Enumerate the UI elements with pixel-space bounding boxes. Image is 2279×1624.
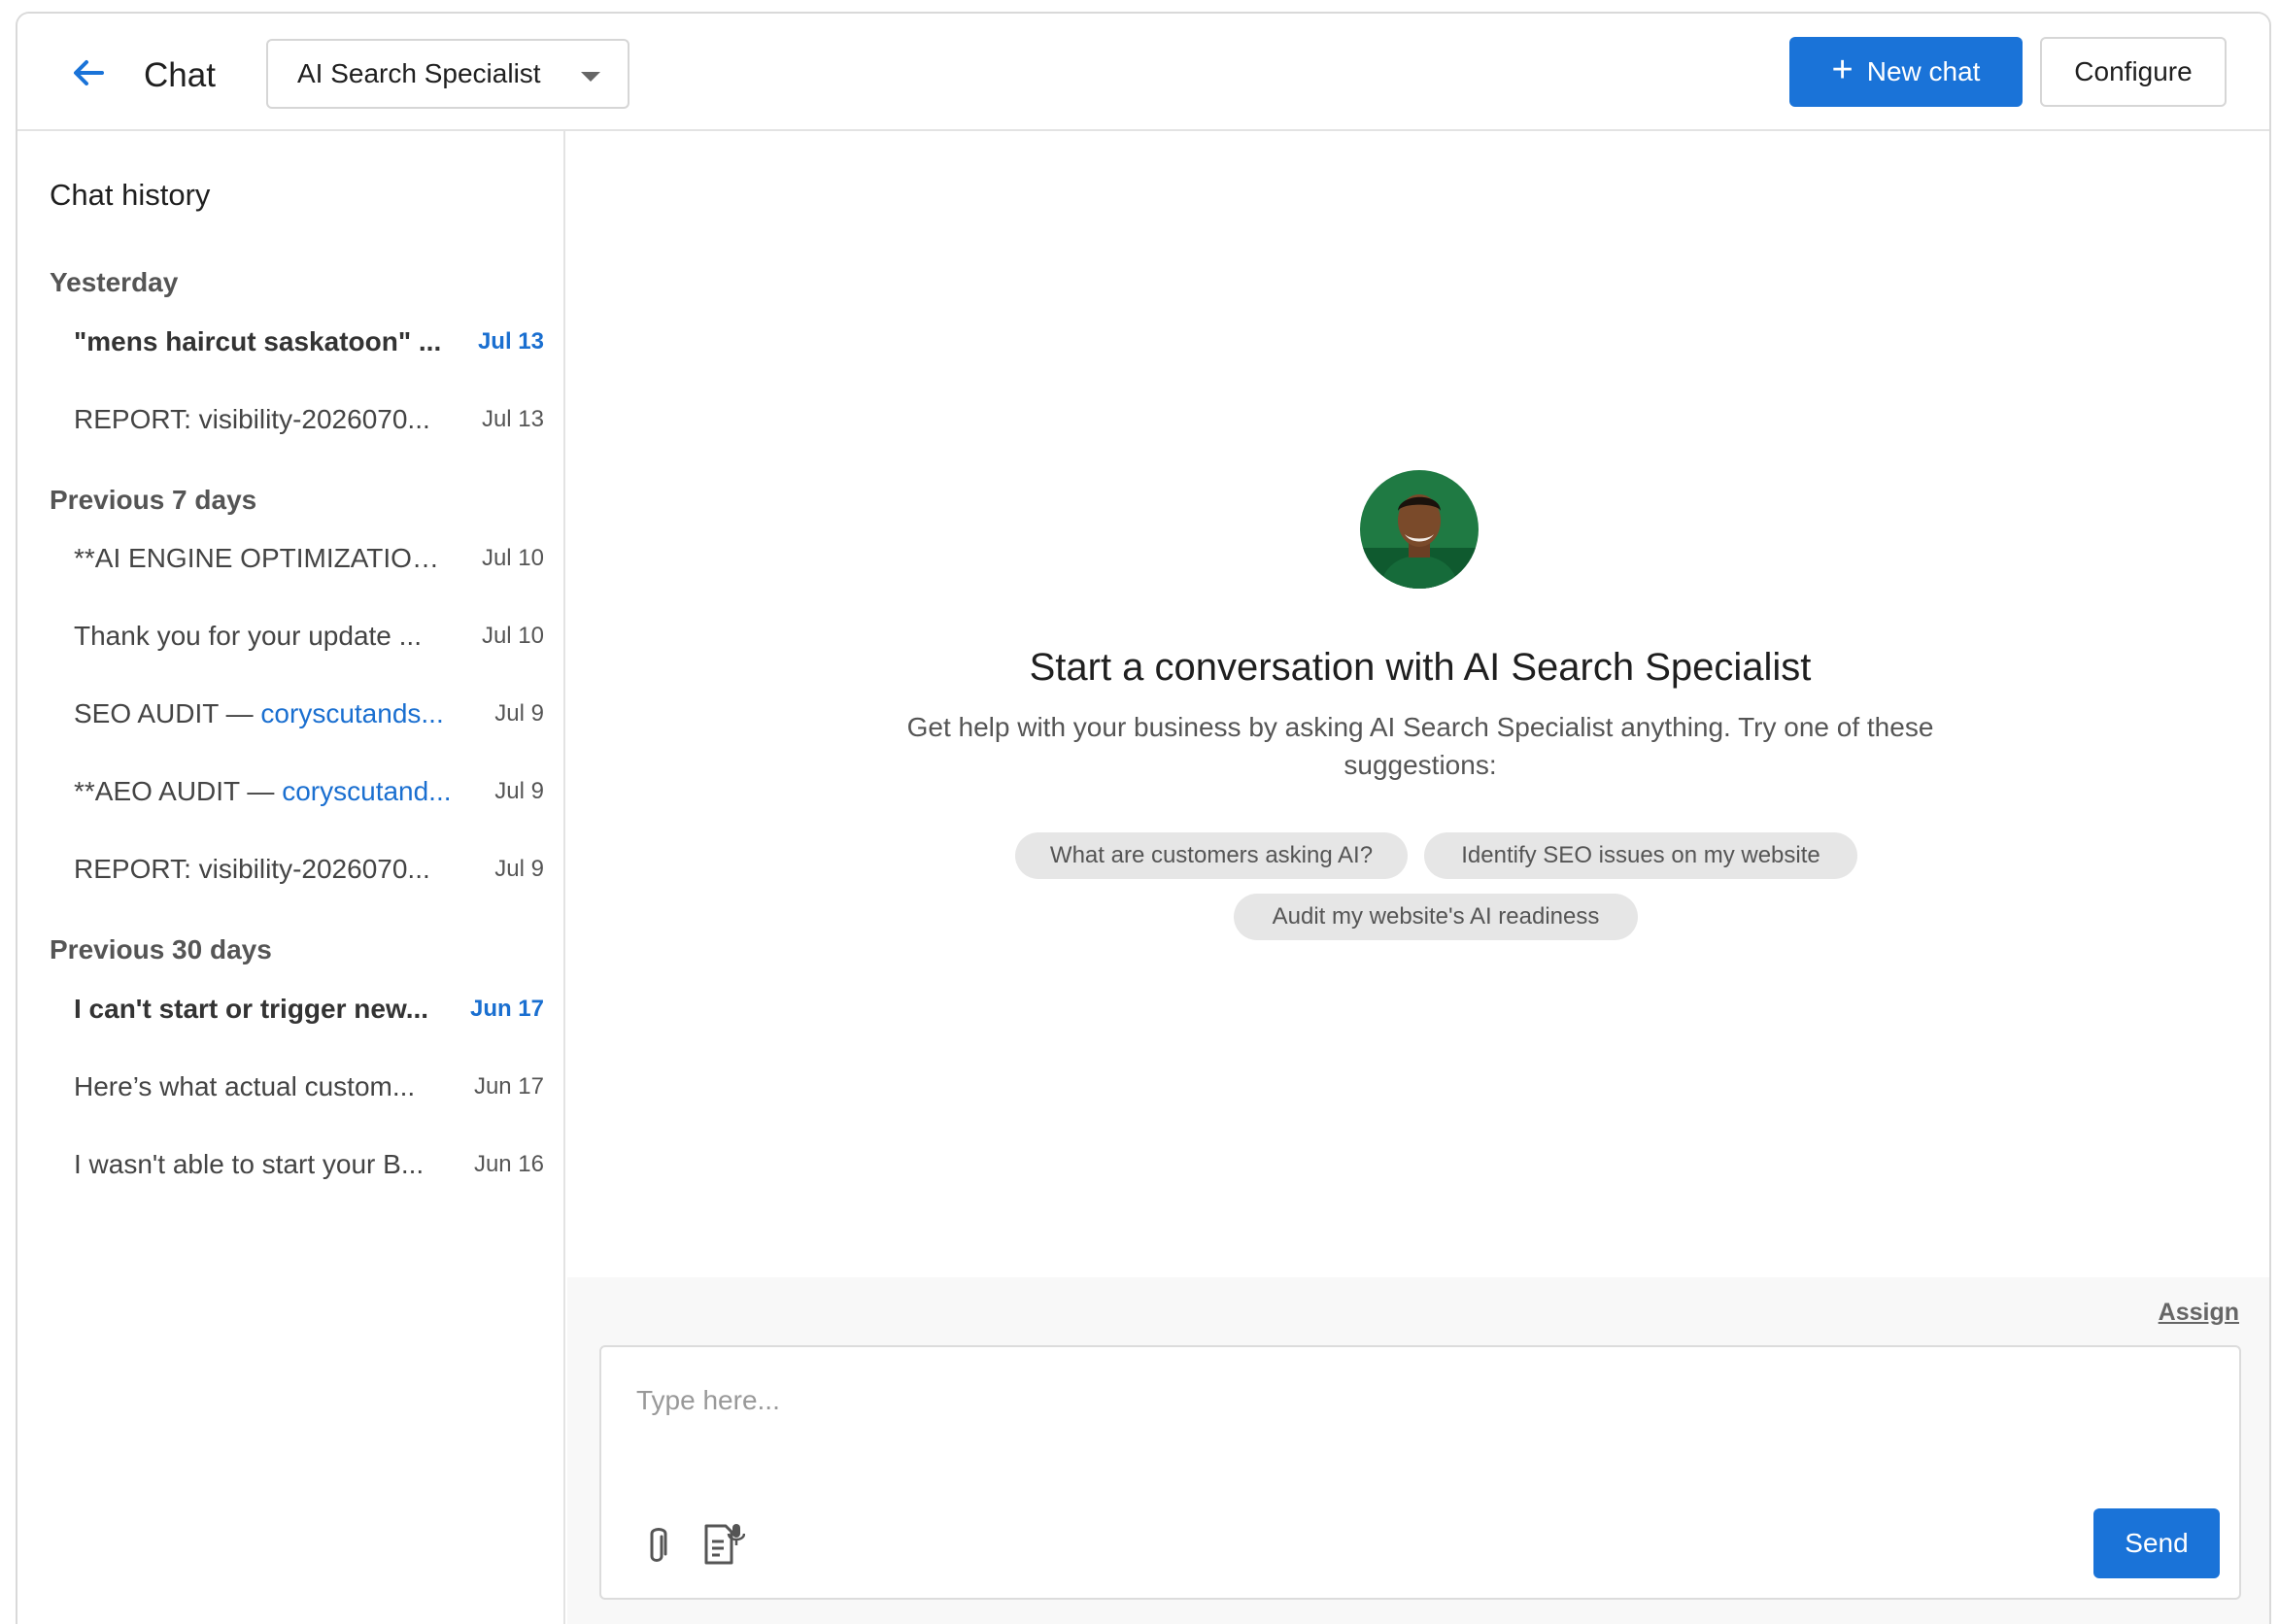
history-item-date: Jul 13: [481, 406, 544, 432]
history-item[interactable]: REPORT: visibility-2026070... Jul 13: [74, 390, 550, 449]
history-item-title: I can't start or trigger new...: [74, 994, 429, 1024]
group-label-yesterday: Yesterday: [50, 267, 179, 297]
empty-state-subtext: Get help with your business by asking AI…: [906, 712, 1934, 780]
history-item-date: Jul 10: [481, 623, 544, 649]
history-item-title: I wasn't able to start your B...: [74, 1149, 425, 1179]
history-item-title: Here’s what actual custom...: [74, 1071, 416, 1101]
history-item[interactable]: SEO AUDIT — coryscutands... Jul 9: [74, 685, 550, 743]
new-chat-button[interactable]: + New chat: [1789, 37, 2023, 107]
history-item[interactable]: I wasn't able to start your B... Jun 16: [74, 1135, 550, 1194]
history-item[interactable]: "mens haircut saskatoon" ... Jul 13: [74, 313, 550, 371]
group-label-previous-7-days: Previous 7 days: [50, 485, 257, 515]
chat-main: Start a conversation with AI Search Spec…: [567, 131, 2269, 1277]
composer-area: Assign Send: [567, 1277, 2269, 1624]
history-item-title: "mens haircut saskatoon" ...: [74, 326, 442, 356]
group-label-previous-30-days: Previous 30 days: [50, 934, 272, 964]
history-item-date: Jun 17: [473, 1073, 544, 1100]
back-arrow-icon: [74, 60, 104, 85]
history-item-date: Jul 9: [494, 778, 544, 804]
history-item[interactable]: Thank you for your update ... Jul 10: [74, 607, 550, 665]
history-item-prefix: SEO AUDIT —: [74, 698, 261, 728]
history-item-date: Jun 17: [469, 996, 544, 1022]
history-item-title: SEO AUDIT — coryscutands...: [74, 698, 444, 729]
history-item[interactable]: I can't start or trigger new... Jun 17: [74, 980, 550, 1038]
suggestion-chip[interactable]: What are customers asking AI?: [1015, 832, 1408, 879]
page-title: Chat: [144, 56, 216, 94]
chat-history-sidebar: Chat history Yesterday "mens haircut sas…: [17, 131, 565, 1624]
agent-select[interactable]: AI Search Specialist: [266, 39, 629, 109]
empty-state-heading: Start a conversation with AI Search Spec…: [1029, 646, 1812, 689]
chevron-down-icon: [581, 72, 600, 82]
history-item-date: Jun 16: [473, 1151, 544, 1177]
history-item-date: Jul 9: [494, 856, 544, 882]
message-input[interactable]: [636, 1376, 2191, 1425]
history-item-title: **AEO AUDIT — coryscutand...: [74, 776, 452, 807]
history-item-date: Jul 10: [481, 545, 544, 571]
assign-link[interactable]: Assign: [2159, 1299, 2239, 1327]
suggestion-chip[interactable]: Audit my website's AI readiness: [1234, 894, 1638, 940]
top-bar: Chat AI Search Specialist + New chat Con…: [17, 14, 2269, 131]
back-button[interactable]: [66, 51, 111, 95]
history-item-title: REPORT: visibility-2026070...: [74, 404, 430, 434]
history-item[interactable]: REPORT: visibility-2026070... Jul 9: [74, 840, 550, 898]
history-item-date: Jul 9: [494, 700, 544, 727]
send-button[interactable]: Send: [2093, 1508, 2220, 1578]
history-item-date: Jul 13: [477, 328, 544, 355]
history-item[interactable]: Here’s what actual custom... Jun 17: [74, 1058, 550, 1116]
composer: Send: [599, 1345, 2241, 1600]
history-item-link: coryscutands...: [260, 698, 444, 728]
suggestion-chip[interactable]: Identify SEO issues on my website: [1424, 832, 1857, 879]
history-item-title: **AI ENGINE OPTIMIZATION...: [74, 543, 453, 573]
agent-select-value: AI Search Specialist: [297, 58, 541, 88]
configure-button[interactable]: Configure: [2040, 37, 2227, 107]
plus-icon: +: [1831, 50, 1854, 90]
new-chat-label: New chat: [1866, 56, 1981, 86]
history-item[interactable]: **AEO AUDIT — coryscutand... Jul 9: [74, 762, 550, 821]
sidebar-title: Chat history: [50, 178, 211, 212]
paperclip-icon[interactable]: [640, 1525, 673, 1568]
dictate-icon[interactable]: [702, 1522, 745, 1567]
history-item-link: coryscutand...: [282, 776, 452, 806]
history-item-title: REPORT: visibility-2026070...: [74, 854, 430, 884]
history-item-prefix: **AEO AUDIT —: [74, 776, 283, 806]
app-window: Chat AI Search Specialist + New chat Con…: [16, 12, 2271, 1624]
history-item-title: Thank you for your update ...: [74, 621, 422, 651]
history-item[interactable]: **AI ENGINE OPTIMIZATION... Jul 10: [74, 529, 550, 588]
avatar: [1360, 470, 1479, 589]
